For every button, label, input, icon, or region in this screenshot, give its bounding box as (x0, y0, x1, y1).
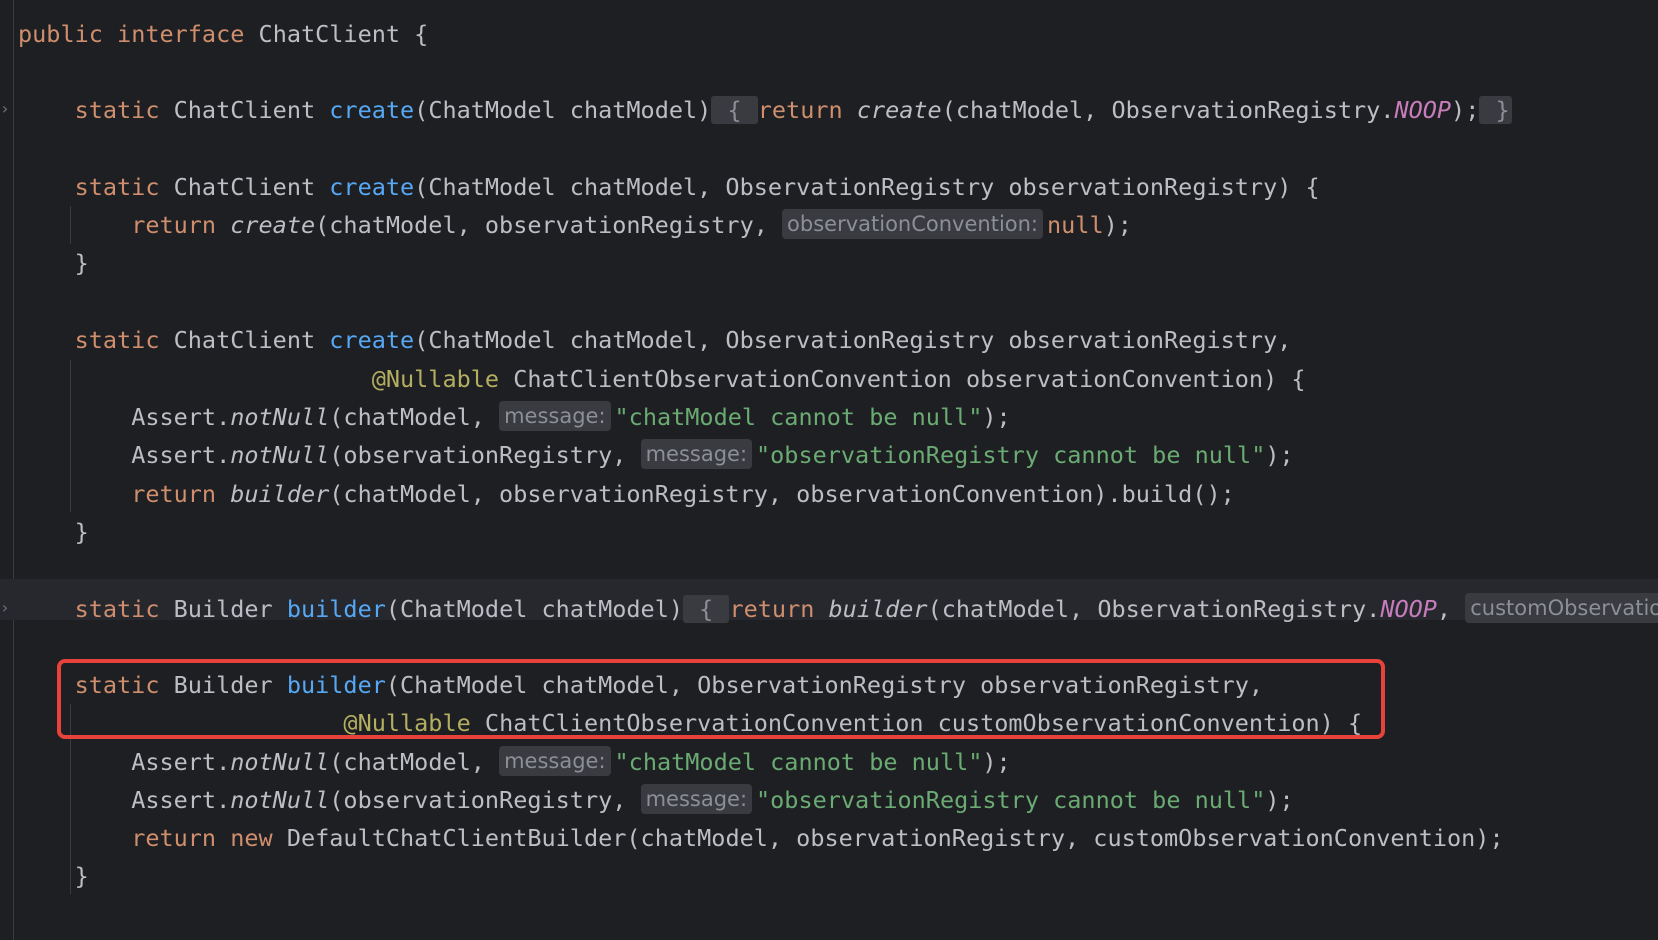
brace: { (699, 595, 714, 623)
type-name: Builder (173, 595, 273, 623)
method-name: create (329, 173, 415, 201)
static-field: NOOP (1394, 96, 1452, 124)
brace: { (727, 96, 742, 124)
highlight-box (57, 659, 1385, 739)
method-call: notNull (230, 748, 330, 776)
code-text: Assert. (131, 441, 231, 469)
method-call: notNull (230, 441, 330, 469)
keyword: null (1047, 211, 1104, 239)
keyword: return (729, 595, 815, 623)
fold-arrow-icon[interactable]: › (0, 89, 10, 129)
brace: } (74, 862, 89, 890)
code-text: ); (982, 403, 1011, 431)
type-name: ChatClient (173, 326, 316, 354)
keyword: static (74, 326, 160, 354)
code-line[interactable]: Assert.notNull(observationRegistry, mess… (18, 780, 1294, 820)
code-text: (chatModel, observationRegistry, (315, 211, 768, 239)
keyword: return (757, 96, 843, 124)
code-text: (chatModel, observationRegistry, observa… (329, 480, 1235, 508)
code-text: Assert. (131, 748, 231, 776)
code-text: ); (1103, 211, 1132, 239)
code-text: (chatModel, ObservationRegistry. (927, 595, 1381, 623)
string-literal: "observationRegistry cannot be null" (756, 441, 1266, 469)
code-line[interactable]: } (18, 243, 89, 283)
code-text: ); (1451, 96, 1480, 124)
brace: } (74, 518, 89, 546)
code-text: (observationRegistry, (329, 441, 627, 469)
folded-brace[interactable]: { (683, 595, 730, 623)
code-text: (observationRegistry, (329, 786, 627, 814)
code-text: (chatModel, (329, 403, 485, 431)
code-line[interactable]: } (18, 856, 89, 896)
type-name: ChatClient (173, 96, 316, 124)
code-line[interactable]: static Builder builder(ChatModel chatMod… (18, 589, 1658, 629)
code-text: ); (982, 748, 1011, 776)
method-name: create (329, 96, 415, 124)
code-line[interactable]: static ChatClient create(ChatModel chatM… (18, 90, 1512, 130)
code-text: (ChatModel chatModel, ObservationRegistr… (414, 173, 1320, 201)
keyword: static (74, 173, 160, 201)
code-text: (chatModel, (329, 748, 485, 776)
keyword: return (131, 824, 217, 852)
folded-brace[interactable]: { (711, 96, 758, 124)
method-call: notNull (230, 786, 330, 814)
parameter-hint: customObservationConvention: (1465, 593, 1658, 623)
code-text: (chatModel, ObservationRegistry. (941, 96, 1395, 124)
brace: } (74, 249, 89, 277)
code-line[interactable]: return builder(chatModel, observationReg… (18, 474, 1235, 514)
keyword: static (74, 96, 160, 124)
keyword: static (74, 595, 160, 623)
fold-arrow-icon[interactable]: › (0, 588, 10, 628)
parameter-hint: message: (499, 746, 611, 776)
method-call: builder (828, 595, 928, 623)
parameter-hint: observationConvention: (782, 209, 1044, 239)
code-text: ChatClient { (258, 20, 429, 48)
method-call: notNull (230, 403, 330, 431)
code-editor[interactable]: › › public interface ChatClient { static… (0, 0, 1658, 940)
folded-brace[interactable]: } (1479, 96, 1512, 124)
string-literal: "chatModel cannot be null" (614, 748, 983, 776)
code-text: ChatClientObservationConvention observat… (513, 365, 1306, 393)
parameter-hint: message: (640, 784, 753, 814)
code-text: (ChatModel chatModel) (414, 96, 712, 124)
string-literal: "chatModel cannot be null" (614, 403, 983, 431)
parameter-hint: message: (499, 401, 611, 431)
code-line[interactable]: Assert.notNull(observationRegistry, mess… (18, 435, 1294, 475)
type-name: ChatClient (173, 173, 316, 201)
code-line[interactable]: @Nullable ChatClientObservationConventio… (18, 359, 1306, 399)
code-line[interactable]: return new DefaultChatClientBuilder(chat… (18, 818, 1504, 858)
method-name: create (329, 326, 415, 354)
parameter-hint: message: (640, 439, 753, 469)
keyword: new (230, 824, 273, 852)
method-call: builder (230, 480, 330, 508)
code-text: ); (1265, 441, 1294, 469)
static-field: NOOP (1380, 595, 1437, 623)
code-line[interactable]: Assert.notNull(chatModel, message: "chatM… (18, 397, 1011, 437)
method-call: create (856, 96, 942, 124)
keyword: interface (117, 20, 245, 48)
code-text: Assert. (131, 786, 231, 814)
code-text: Assert. (131, 403, 231, 431)
code-line[interactable]: Assert.notNull(chatModel, message: "chatM… (18, 742, 1011, 782)
keyword: public (18, 20, 103, 48)
code-line[interactable]: static ChatClient create(ChatModel chatM… (18, 320, 1292, 360)
code-line[interactable]: public interface ChatClient { (18, 14, 428, 54)
code-line[interactable]: static ChatClient create(ChatModel chatM… (18, 167, 1320, 207)
keyword: return (131, 480, 217, 508)
keyword: return (131, 211, 217, 239)
code-line[interactable]: return create(chatModel, observationRegi… (18, 205, 1132, 245)
code-text: (ChatModel chatModel) (385, 595, 684, 623)
gutter-border (13, 0, 14, 940)
code-text: , (1436, 595, 1452, 623)
code-line[interactable]: } (18, 512, 89, 552)
code-text: DefaultChatClientBuilder(chatModel, obse… (286, 824, 1504, 852)
string-literal: "observationRegistry cannot be null" (756, 786, 1266, 814)
code-text: (ChatModel chatModel, ObservationRegistr… (414, 326, 1292, 354)
code-text: ); (1265, 786, 1294, 814)
method-name: builder (286, 595, 386, 623)
brace: } (1495, 96, 1510, 124)
annotation: @Nullable (371, 365, 500, 393)
method-call: create (230, 211, 316, 239)
